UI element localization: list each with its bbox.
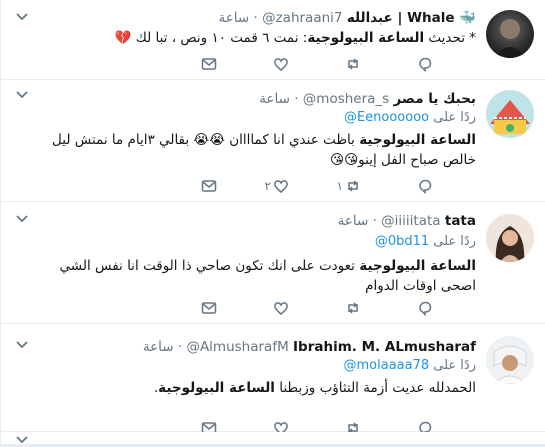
reply-icon[interactable] (417, 300, 435, 318)
user-handle[interactable]: @AlmusharafM (186, 339, 288, 355)
like-icon[interactable]: ٢ (265, 178, 291, 196)
chevron-down-icon[interactable] (15, 12, 29, 22)
reply-context: ردًا على @0bd11 (375, 234, 476, 249)
reply-handle-link[interactable]: @Eenoooooo (344, 110, 429, 125)
tweet-header: ساعة · @AlmusharafM Ibrahim. M. ALmushar… (143, 338, 476, 356)
hashtag-keyword[interactable]: الساعة البيولوجية (307, 30, 424, 46)
chevron-down-icon[interactable] (15, 90, 29, 100)
chevron-down-icon[interactable] (15, 340, 29, 350)
display-name[interactable]: بحبك يا مصر (394, 91, 476, 107)
tweet-text: * تحديث الساعة البيولوجية: نمت ٦ قمت ١٠ … (56, 28, 476, 48)
tweet-actions (201, 56, 471, 74)
user-handle[interactable]: @iiiiitata (381, 213, 440, 229)
tweet-actions (201, 300, 471, 318)
reply-context: ردًا على @Eenoooooo (344, 110, 476, 125)
retweet-icon[interactable] (345, 300, 363, 318)
retweet-icon[interactable] (345, 56, 363, 74)
tweet-header: ساعة · @moshera_s بحبك يا مصر (259, 90, 476, 108)
tweet-actions: ٢ ١ (201, 178, 471, 196)
tweet[interactable]: ساعة · @AlmusharafM Ibrahim. M. ALmushar… (1, 324, 545, 437)
display-name[interactable]: tata (445, 213, 476, 229)
separator-dot: · (372, 213, 382, 229)
timestamp[interactable]: ساعة (143, 339, 174, 355)
avatar[interactable] (486, 90, 534, 138)
retweet-count: ١ (336, 179, 343, 193)
timestamp[interactable]: ساعة (259, 91, 290, 107)
chevron-down-icon[interactable] (15, 214, 29, 224)
tweet[interactable]: ساعة · @moshera_s بحبك يا مصر ردًا على @… (1, 80, 545, 202)
hashtag-keyword[interactable]: الساعة البيولوجية (359, 132, 476, 148)
dm-icon[interactable] (201, 56, 219, 74)
dm-icon[interactable] (201, 300, 219, 318)
avatar[interactable] (486, 336, 534, 384)
reply-icon[interactable] (417, 178, 435, 196)
user-handle[interactable]: @moshera_s (303, 91, 389, 107)
timestamp[interactable]: ساعة (338, 213, 369, 229)
avatar[interactable] (486, 10, 534, 58)
reply-label: ردًا على (433, 358, 476, 373)
display-name[interactable]: عبدالله | Whale 🐳 (347, 10, 476, 26)
timeline-feed: ساعة · @zahraani7 عبدالله | Whale 🐳 * تح… (0, 0, 545, 444)
like-icon[interactable] (273, 300, 291, 318)
tweet[interactable]: ساعة · @iiiiitata tata ردًا على @0bd11 ا… (1, 202, 545, 324)
timestamp[interactable]: ساعة (218, 10, 249, 26)
tweet-text: الحمدلله عديت أزمة التثاؤب وزبطنا الساعة… (46, 378, 476, 398)
hashtag-keyword[interactable]: الساعة البيولوجية (359, 258, 476, 274)
user-handle[interactable]: @zahraani7 (262, 10, 342, 26)
reply-icon[interactable] (417, 56, 435, 74)
avatar[interactable] (486, 214, 534, 262)
tweet-text-prefix: الحمدلله عديت أزمة التثاؤب وزبطنا (274, 380, 476, 396)
tweet-header: ساعة · @iiiiitata tata (338, 212, 476, 230)
display-name[interactable]: Ibrahim. M. ALmusharaf (293, 339, 476, 355)
hashtag-keyword[interactable]: الساعة البيولوجية (158, 380, 275, 396)
tweet-header: ساعة · @zahraani7 عبدالله | Whale 🐳 (218, 9, 476, 27)
reply-context: ردًا على @molaaaa78 (344, 358, 477, 373)
tweet[interactable]: ساعة · @zahraani7 عبدالله | Whale 🐳 * تح… (1, 0, 545, 80)
tweet-text: الساعة البيولوجية باظت عندي انا كماااان … (21, 130, 476, 170)
like-icon[interactable] (273, 56, 291, 74)
tweet[interactable] (1, 432, 545, 444)
tweet-text-rest: : نمت ٦ قمت ١٠ ونص ، تبا لك 💔 (114, 30, 308, 46)
dm-icon[interactable] (201, 178, 219, 196)
tweet-text: الساعة البيولوجية تعودت على انك تكون صاح… (46, 256, 476, 296)
separator-dot: · (294, 91, 303, 107)
separator-dot: · (253, 10, 263, 26)
reply-handle-link[interactable]: @0bd11 (375, 234, 429, 249)
like-count: ٢ (264, 179, 271, 193)
tweet-text-prefix: * تحديث (424, 30, 476, 46)
reply-label: ردًا على (433, 110, 476, 125)
reply-handle-link[interactable]: @molaaaa78 (344, 358, 430, 373)
reply-label: ردًا على (433, 234, 476, 249)
retweet-icon[interactable]: ١ (337, 178, 363, 196)
